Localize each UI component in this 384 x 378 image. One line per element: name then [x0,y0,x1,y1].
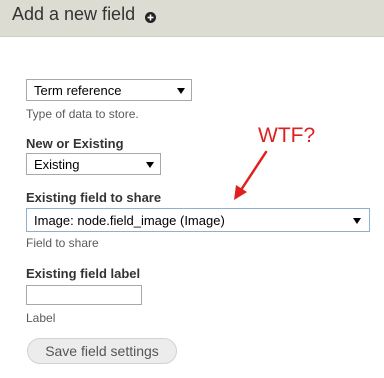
page-title: Add a new field [12,4,136,24]
add-circle-icon[interactable] [145,12,156,23]
dropdown-arrow-icon [353,218,361,224]
dropdown-arrow-icon [177,88,185,94]
new-or-existing-value: Existing [34,157,80,172]
annotation-arrow-icon [234,150,268,200]
existing-field-value: Image: node.field_image (Image) [34,213,225,228]
existing-field-label-description: Label [26,311,56,325]
field-type-select[interactable]: Term reference [26,79,192,101]
existing-field-select[interactable]: Image: node.field_image (Image) [26,208,370,232]
field-type-value: Term reference [34,83,122,98]
annotation-text: WTF? [258,124,316,147]
field-form-page: Add a new field Term reference Type of d… [0,0,384,378]
dropdown-arrow-icon [146,162,154,168]
new-or-existing-label: New or Existing [26,136,124,151]
existing-field-description: Field to share [26,236,99,250]
existing-field-label-input[interactable] [26,285,142,305]
save-field-settings-button[interactable]: Save field settings [27,338,177,364]
header-bar: Add a new field [0,0,384,37]
new-or-existing-select[interactable]: Existing [26,153,161,175]
existing-field-label-heading: Existing field label [26,266,141,281]
field-type-description: Type of data to store. [26,107,139,121]
existing-field-label: Existing field to share [26,190,162,205]
